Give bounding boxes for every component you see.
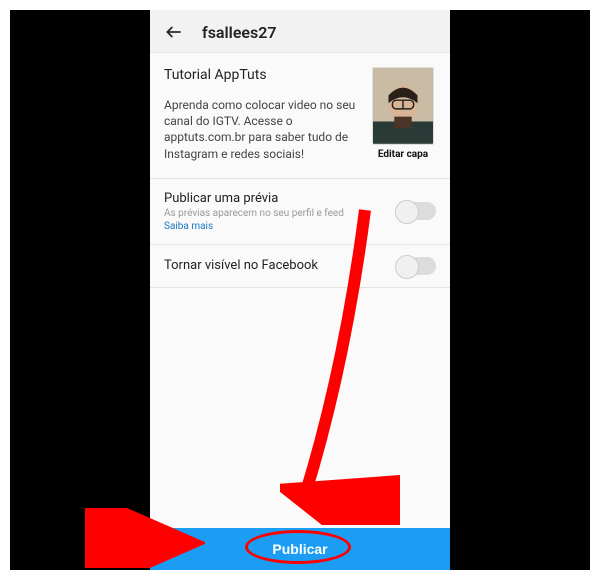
learn-more-link[interactable]: Saiba mais — [164, 221, 396, 232]
divider — [150, 287, 450, 288]
facebook-label: Tornar visível no Facebook — [164, 258, 396, 273]
preview-toggle[interactable] — [396, 202, 436, 220]
letterbox-left — [10, 10, 150, 570]
preview-label: Publicar uma prévia — [164, 191, 396, 206]
preview-subtext: As prévias aparecem no seu perfil e feed — [164, 208, 396, 219]
phone-frame: fsallees27 Tutorial AppTuts Aprenda como… — [150, 10, 450, 570]
video-description[interactable]: Aprenda como colocar video no seu canal … — [164, 97, 358, 162]
publish-preview-row: Publicar uma prévia As prévias aparecem … — [164, 179, 436, 244]
letterbox-right — [450, 10, 590, 570]
app-header: fsallees27 — [150, 10, 450, 53]
facebook-visible-row: Tornar visível no Facebook — [164, 245, 436, 287]
username-label: fsallees27 — [202, 23, 277, 42]
annotation-highlight-ellipse — [245, 530, 351, 564]
video-meta-row: Tutorial AppTuts Aprenda como colocar vi… — [164, 67, 436, 162]
edit-cover-button[interactable]: Editar capa — [378, 149, 428, 160]
video-title[interactable]: Tutorial AppTuts — [164, 67, 358, 83]
facebook-toggle[interactable] — [396, 257, 436, 275]
content-area: Tutorial AppTuts Aprenda como colocar vi… — [150, 53, 450, 570]
cover-thumbnail[interactable] — [372, 67, 434, 145]
back-arrow-icon[interactable] — [164, 22, 184, 42]
